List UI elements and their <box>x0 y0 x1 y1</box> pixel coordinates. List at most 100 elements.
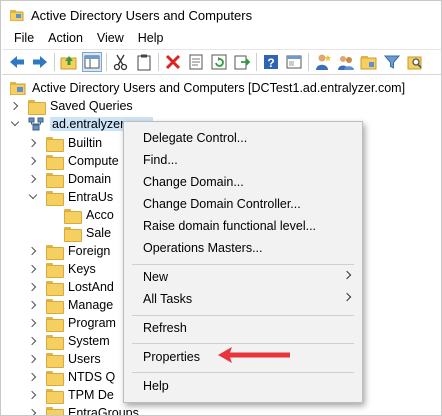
menu-item-operations-masters[interactable]: Operations Masters... <box>124 237 362 259</box>
menu-item-label: All Tasks <box>143 292 193 306</box>
menu-view[interactable]: View <box>90 31 131 45</box>
new-user-icon[interactable] <box>314 53 332 71</box>
tree-item-lostandfound[interactable]: LostAnd <box>28 278 114 296</box>
menu-item-change-domain[interactable]: Change Domain... <box>124 171 362 193</box>
chevron-right-icon[interactable] <box>28 174 38 184</box>
tree-item-accounting[interactable]: Acco <box>46 206 114 224</box>
callout-arrow-icon <box>216 345 292 365</box>
folder-icon <box>46 334 64 350</box>
new-ou-icon[interactable] <box>360 53 378 71</box>
toolbar-separator <box>256 53 257 71</box>
tree-item-domain-controllers[interactable]: Domain <box>28 170 111 188</box>
tree-item-managed[interactable]: Manage <box>28 296 113 314</box>
folder-icon <box>46 262 64 278</box>
tree-item-builtin[interactable]: Builtin <box>28 134 102 152</box>
menu-item-new[interactable]: New <box>124 266 362 288</box>
chevron-down-icon[interactable] <box>10 119 20 129</box>
menu-file[interactable]: File <box>7 31 41 45</box>
menu-item-help[interactable]: Help <box>124 375 362 397</box>
menu-item-label: New <box>143 270 169 284</box>
tree-item-entrausers[interactable]: EntraUs <box>28 188 113 206</box>
new-group-icon[interactable] <box>337 53 355 71</box>
chevron-right-icon[interactable] <box>28 156 38 166</box>
menu-item-all-tasks[interactable]: All Tasks <box>124 288 362 310</box>
chevron-right-icon[interactable] <box>28 246 38 256</box>
menu-item-change-domain-controller[interactable]: Change Domain Controller... <box>124 193 362 215</box>
folder-icon <box>46 280 64 296</box>
tree-root[interactable]: Active Directory Users and Computers [DC… <box>9 79 406 97</box>
tree-item-tpm-devices[interactable]: TPM De <box>28 386 114 404</box>
tree-item-saved-queries[interactable]: Saved Queries <box>10 97 133 115</box>
chevron-right-icon[interactable] <box>28 300 38 310</box>
help-icon[interactable]: ? <box>262 53 280 71</box>
tree-item-keys[interactable]: Keys <box>28 260 96 278</box>
tree-label: EntraGroups <box>68 406 139 416</box>
up-icon[interactable] <box>60 53 78 71</box>
menu-help[interactable]: Help <box>131 31 171 45</box>
chevron-right-icon[interactable] <box>28 282 38 292</box>
tree-label: Acco <box>86 208 114 222</box>
folder-icon <box>46 298 64 314</box>
menu-item-label: Change Domain Controller... <box>143 197 301 211</box>
chevron-right-icon[interactable] <box>10 101 20 111</box>
folder-icon <box>46 190 64 206</box>
tree-label: Sale <box>86 226 112 240</box>
tree-item-ntds-quotas[interactable]: NTDS Q <box>28 368 115 386</box>
title-bar: Active Directory Users and Computers <box>2 2 441 28</box>
tree-item-foreign[interactable]: Foreign <box>28 242 110 260</box>
menu-item-label: Help <box>143 379 169 393</box>
menu-item-find[interactable]: Find... <box>124 149 362 171</box>
chevron-right-icon[interactable] <box>28 264 38 274</box>
export-icon[interactable] <box>233 53 251 71</box>
menu-item-raise-functional-level[interactable]: Raise domain functional level... <box>124 215 362 237</box>
tree-item-system[interactable]: System <box>28 332 110 350</box>
tree-item-entragroups[interactable]: EntraGroups <box>28 404 139 416</box>
tree-label: Domain <box>68 172 112 186</box>
submenu-arrow-icon <box>342 292 352 302</box>
toolbar-separator <box>54 53 55 71</box>
folder-icon <box>46 352 64 368</box>
refresh-icon[interactable] <box>210 53 228 71</box>
menu-item-delegate-control[interactable]: Delegate Control... <box>124 127 362 149</box>
tree-label: Compute <box>68 154 119 168</box>
filter-icon[interactable] <box>383 53 401 71</box>
chevron-right-icon[interactable] <box>28 318 38 328</box>
chevron-right-icon[interactable] <box>28 138 38 148</box>
tree-label: Program <box>68 316 116 330</box>
toolbar-separator <box>158 53 159 71</box>
cut-icon[interactable] <box>112 53 130 71</box>
delete-icon[interactable] <box>164 53 182 71</box>
folder-icon <box>46 172 64 188</box>
menu-item-refresh[interactable]: Refresh <box>124 317 362 339</box>
chevron-right-icon[interactable] <box>28 390 38 400</box>
tree-item-sales[interactable]: Sale <box>46 224 111 242</box>
window-title: Active Directory Users and Computers <box>31 7 253 23</box>
folder-icon <box>46 244 64 260</box>
chevron-right-icon[interactable] <box>28 336 38 346</box>
app-window: Active Directory Users and Computers Fil… <box>0 0 442 416</box>
menu-item-label: Delegate Control... <box>143 131 248 145</box>
menu-item-label: Find... <box>143 153 178 167</box>
console-icon[interactable] <box>285 53 303 71</box>
show-tree-icon[interactable] <box>82 52 102 72</box>
tree-item-users[interactable]: Users <box>28 350 101 368</box>
clipboard-icon[interactable] <box>135 53 153 71</box>
tree-item-computers[interactable]: Compute <box>28 152 119 170</box>
tree-label: LostAnd <box>68 280 114 294</box>
back-icon[interactable] <box>8 53 26 71</box>
menu-bar: File Action View Help <box>2 28 441 48</box>
menu-action[interactable]: Action <box>41 31 90 45</box>
chevron-right-icon[interactable] <box>28 372 38 382</box>
find-icon[interactable] <box>406 53 424 71</box>
aduc-app-icon <box>9 9 24 22</box>
chevron-right-icon[interactable] <box>28 408 38 415</box>
toolbar-separator <box>308 53 309 71</box>
menu-separator <box>132 372 354 373</box>
submenu-arrow-icon <box>342 270 352 280</box>
chevron-right-icon[interactable] <box>28 354 38 364</box>
forward-icon[interactable] <box>31 53 49 71</box>
tree-root-label: Active Directory Users and Computers [DC… <box>32 81 406 95</box>
properties-icon[interactable] <box>187 53 205 71</box>
tree-item-program-data[interactable]: Program <box>28 314 116 332</box>
chevron-down-icon[interactable] <box>28 192 38 202</box>
